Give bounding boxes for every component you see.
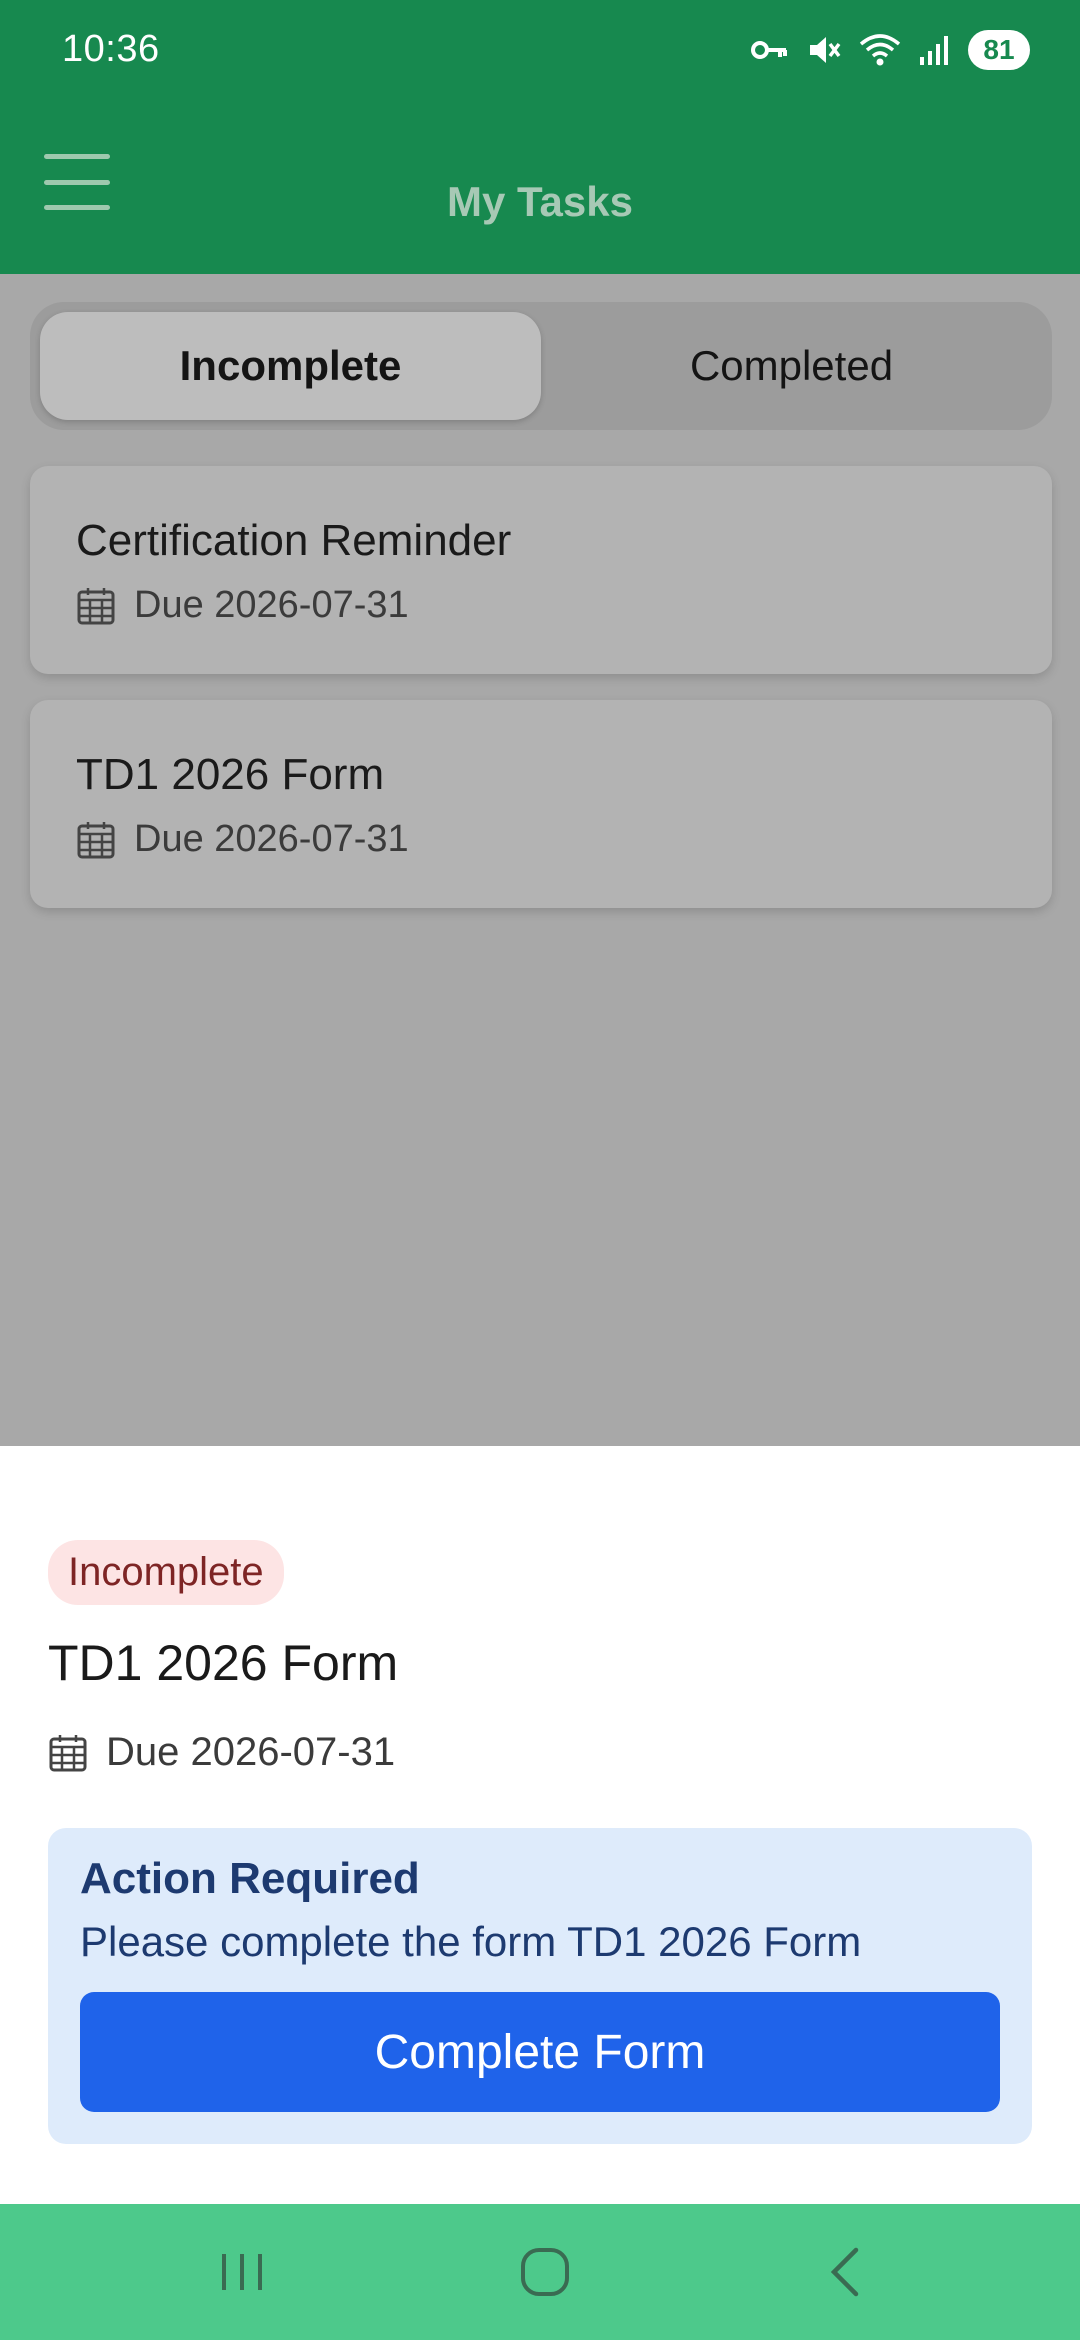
vpn-key-icon (751, 41, 787, 59)
signal-icon (920, 36, 948, 65)
sheet-due: Due 2026-07-31 (48, 1730, 395, 1775)
task-detail-sheet: Incomplete TD1 2026 Form Due 2026-07-31 … (0, 1446, 1080, 2204)
tab-incomplete[interactable]: Incomplete (40, 312, 541, 420)
app-bar: My Tasks (0, 100, 1080, 274)
status-time: 10:36 (62, 28, 160, 70)
action-title: Action Required (80, 1854, 420, 1903)
task-due: Due 2026-07-31 (76, 584, 1006, 627)
calendar-icon (77, 821, 115, 858)
action-text: Please complete the form TD1 2026 Form (80, 1918, 862, 1965)
page-title: My Tasks (447, 178, 633, 225)
task-due: Due 2026-07-31 (76, 818, 1006, 861)
battery-icon: 81 (968, 30, 1030, 70)
task-title: TD1 2026 Form (76, 750, 385, 799)
status-bar: 10:36 81 (0, 0, 1080, 100)
back-icon[interactable] (818, 2242, 878, 2302)
tab-completed[interactable]: Completed (541, 312, 1042, 420)
due-date-text: Due 2026-07-31 (106, 1730, 396, 1774)
recent-apps-icon[interactable] (212, 2242, 272, 2302)
task-title: Certification Reminder (76, 516, 512, 565)
complete-form-button[interactable]: Complete Form (80, 1992, 1000, 2112)
status-badge: Incomplete (48, 1540, 284, 1605)
task-card-certification-reminder[interactable]: Certification Reminder Due 2026-07-31 (30, 466, 1052, 674)
task-card-td1-2026-form[interactable]: TD1 2026 Form Due 2026-07-31 (30, 700, 1052, 908)
action-required-box: Action Required Please complete the form… (48, 1828, 1032, 2144)
status-icons: 81 (750, 28, 1030, 72)
due-date-text: Due 2026-07-31 (134, 818, 409, 860)
home-icon[interactable] (515, 2242, 575, 2302)
mute-icon (810, 37, 841, 63)
sheet-task-title: TD1 2026 Form (48, 1635, 399, 1691)
task-filter-tabs: Incomplete Completed (30, 302, 1052, 430)
calendar-icon (77, 587, 115, 624)
system-nav-bar (0, 2204, 1080, 2340)
calendar-icon (49, 1734, 87, 1771)
due-date-text: Due 2026-07-31 (134, 584, 409, 626)
wifi-icon (859, 34, 901, 66)
